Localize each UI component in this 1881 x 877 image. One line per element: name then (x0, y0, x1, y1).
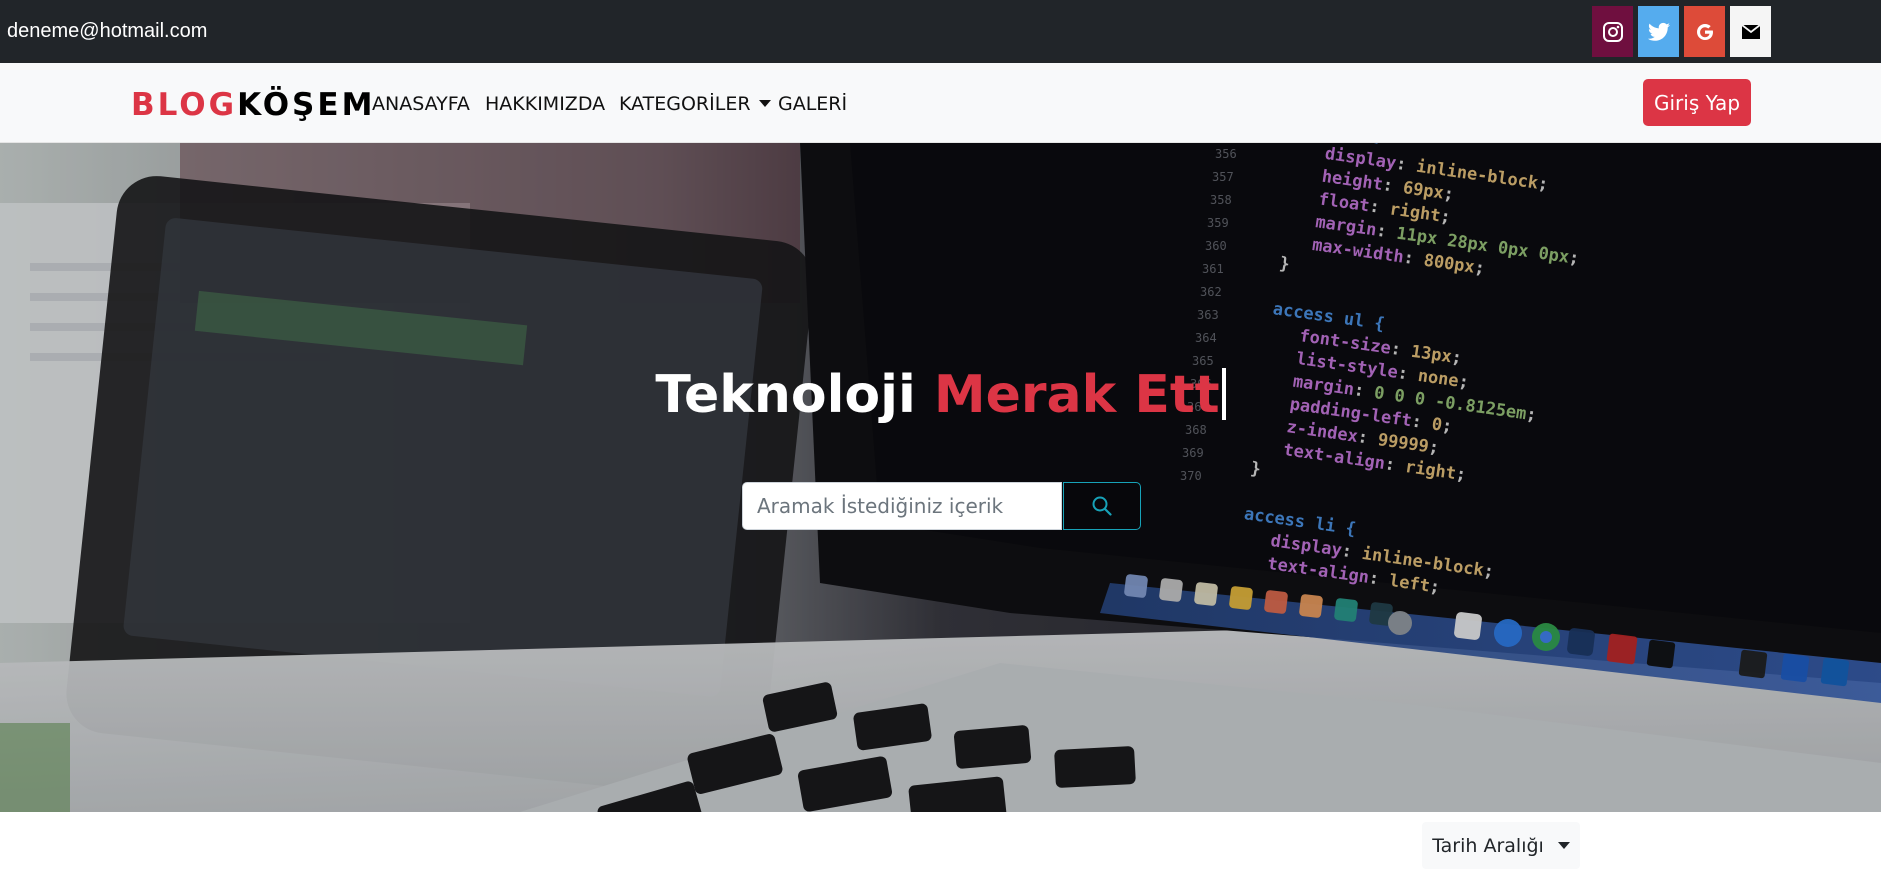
instagram-icon (1602, 21, 1623, 42)
nav-link-categories-label: KATEGORİLER (619, 93, 751, 115)
hero-title: Teknoloji Merak Ett (0, 365, 1881, 425)
date-range-dropdown[interactable]: Tarih Aralığı (1422, 822, 1580, 869)
chevron-down-icon (758, 100, 771, 107)
login-button[interactable]: Giriş Yap (1643, 79, 1751, 126)
hero-title-typed: Merak Ett (933, 365, 1220, 425)
top-bar: deneme@hotmail.com (0, 0, 1881, 63)
nav-link-home[interactable]: ANASAYFA (372, 93, 470, 115)
brand-logo[interactable]: BLOGKÖŞEM (131, 87, 375, 123)
nav-link-categories[interactable]: KATEGORİLER (619, 93, 771, 115)
mail-icon (1740, 23, 1761, 39)
brand-part-blog: BLOG (131, 87, 238, 123)
date-range-label: Tarih Aralığı (1432, 834, 1544, 857)
twitter-button[interactable] (1638, 6, 1679, 57)
search-button[interactable] (1063, 482, 1141, 530)
google-icon (1696, 23, 1713, 40)
nav-link-about[interactable]: HAKKIMIZDA (485, 93, 605, 115)
typing-cursor (1221, 368, 1226, 420)
search-input[interactable] (742, 482, 1062, 530)
google-button[interactable] (1684, 6, 1725, 57)
twitter-icon (1647, 22, 1670, 41)
hero-title-white: Teknoloji (655, 365, 916, 425)
instagram-button[interactable] (1592, 6, 1633, 57)
hero-banner: 356 357 358 359 360 361 362 363 364 365 366 367 … (0, 143, 1881, 812)
chevron-down-icon (1557, 842, 1570, 849)
main-navbar: BLOGKÖŞEM ANASAYFA HAKKIMIZDA KATEGORİLE… (0, 63, 1881, 143)
brand-part-kosem: KÖŞEM (237, 87, 376, 123)
mail-button[interactable] (1730, 6, 1771, 57)
nav-link-gallery[interactable]: GALERİ (778, 93, 847, 115)
contact-email: deneme@hotmail.com (7, 20, 208, 42)
search-icon (1092, 496, 1112, 516)
hero-background-image: 356357358 359360361 362363364 365366367 … (0, 143, 1881, 812)
